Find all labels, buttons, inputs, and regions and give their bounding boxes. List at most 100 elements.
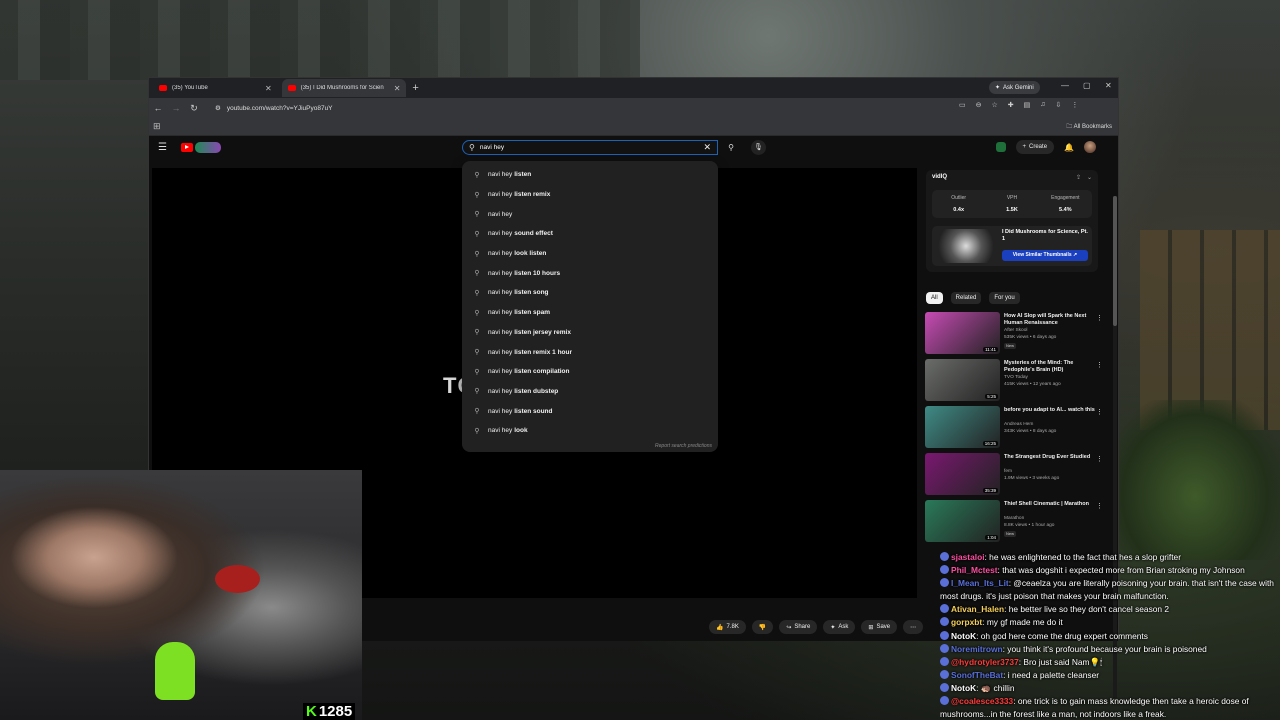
reload-icon[interactable]: ↻: [185, 103, 203, 114]
related-video-item[interactable]: 1:04 Thief Shell Cinematic | Marathon Mara…: [925, 500, 1105, 547]
suggestion-item[interactable]: ⚲ navi hey listen compilation: [462, 362, 718, 382]
channel-name[interactable]: Andreas Hem: [1004, 422, 1096, 429]
notifications-bell-icon[interactable]: 🔔: [1064, 143, 1074, 152]
zoom-icon[interactable]: ⊖: [976, 101, 982, 109]
close-tab-icon[interactable]: ✕: [265, 84, 272, 93]
new-tab-icon[interactable]: +: [412, 82, 418, 94]
suggestion-item[interactable]: ⚲ navi hey: [462, 204, 718, 224]
related-video-item[interactable]: 16:25 before you adapt to AI... watch thi…: [925, 406, 1105, 453]
url-field[interactable]: ⚙ youtube.com/watch?v=YJiuPyo87uY: [209, 101, 949, 115]
avatar[interactable]: [1084, 141, 1096, 153]
suggestion-item[interactable]: ⚲ navi hey listen dubstep: [462, 382, 718, 402]
search-button[interactable]: ⚲: [719, 140, 743, 155]
share-button[interactable]: ↪ Share: [779, 620, 818, 634]
suggestion-item[interactable]: ⚲ navi hey listen jersey remix: [462, 323, 718, 343]
scrollbar-thumb[interactable]: [1113, 196, 1117, 326]
chat-text: : that was dogshit i expected more from …: [997, 565, 1245, 576]
youtube-logo-icon[interactable]: [181, 143, 193, 152]
suggestion-item[interactable]: ⚲ navi hey listen song: [462, 283, 718, 303]
ask-button[interactable]: ✦ Ask: [823, 620, 856, 634]
ask-gemini-button[interactable]: ✦ Ask Gemini: [989, 81, 1040, 94]
channel-name[interactable]: TVO Today: [1004, 375, 1096, 382]
microphone-icon[interactable]: 🎙: [751, 140, 766, 155]
create-button[interactable]: + Create: [1015, 140, 1055, 154]
all-bookmarks-button[interactable]: 🗀 All Bookmarks: [1066, 122, 1112, 132]
site-info-icon[interactable]: ⚙: [215, 104, 221, 112]
chat-badge-icon: [940, 656, 949, 666]
clear-search-icon[interactable]: ✕: [703, 142, 711, 153]
chip-for-you[interactable]: For you: [989, 292, 1020, 304]
suggestion-item[interactable]: ⚲ navi hey listen: [462, 165, 718, 185]
downloads-icon[interactable]: ⇩: [1056, 101, 1062, 109]
search-input[interactable]: [479, 144, 680, 151]
chevron-down-icon[interactable]: ⌄: [1087, 174, 1092, 181]
suggestion-item[interactable]: ⚲ navi hey look: [462, 421, 718, 441]
suggestion-item[interactable]: ⚲ navi hey listen spam: [462, 303, 718, 323]
forward-arrow-icon[interactable]: →: [167, 103, 185, 113]
suggestion-prefix: navi hey: [488, 210, 513, 218]
suggestion-item[interactable]: ⚲ navi hey listen 10 hours: [462, 263, 718, 283]
extension-icon[interactable]: [995, 142, 1006, 152]
minimize-icon[interactable]: —: [1061, 81, 1069, 90]
related-video-item[interactable]: 5:25 Mysteries of the Mind: The Pedophile…: [925, 359, 1105, 406]
chip-related[interactable]: Related: [950, 292, 982, 304]
view-similar-thumbnails-button[interactable]: View Similar Thumbnails ↗: [1002, 250, 1088, 261]
suggestion-completion: listen jersey remix: [514, 328, 571, 336]
export-icon[interactable]: ⇪: [1076, 174, 1081, 181]
tab-current-video[interactable]: (35) I Did Mushrooms for Scien ✕: [281, 79, 407, 97]
close-tab-icon[interactable]: ✕: [394, 84, 401, 93]
video-title[interactable]: before you adapt to AI... watch this: [1004, 407, 1096, 414]
chat-message: sjastaloi: he was enlightened to the fac…: [940, 551, 1280, 564]
more-options-icon[interactable]: ⋮: [1096, 502, 1103, 510]
suggestion-item[interactable]: ⚲ navi hey listen remix 1 hour: [462, 342, 718, 362]
channel-name[interactable]: Marathon: [1004, 516, 1096, 523]
back-arrow-icon[interactable]: ←: [149, 103, 167, 113]
suggestion-item[interactable]: ⚲ navi hey listen sound: [462, 401, 718, 421]
more-options-icon[interactable]: ⋮: [1096, 361, 1103, 369]
maximize-icon[interactable]: ▢: [1083, 81, 1091, 90]
menu-kebab-icon[interactable]: ⋮: [1071, 101, 1078, 109]
channel-name[interactable]: fem: [1004, 469, 1096, 476]
video-title[interactable]: How AI Slop will Spark the Next Human Re…: [1004, 313, 1096, 328]
search-box[interactable]: ⚲ ✕: [462, 140, 718, 155]
suggestion-item[interactable]: ⚲ navi hey listen remix: [462, 185, 718, 205]
video-thumbnail[interactable]: 5:25: [925, 359, 1000, 401]
chip-all[interactable]: All: [926, 292, 943, 304]
folder-icon: 🗀: [1066, 124, 1073, 130]
sidepanel-icon[interactable]: ▤: [1024, 101, 1031, 109]
dislike-button[interactable]: 👎: [751, 620, 774, 634]
bookmark-star-icon[interactable]: ☆: [992, 101, 998, 109]
more-actions-button[interactable]: ⋯: [903, 620, 924, 634]
hamburger-menu-icon[interactable]: ☰: [158, 142, 167, 153]
extensions-icon[interactable]: ✚: [1008, 101, 1014, 109]
video-title[interactable]: Thief Shell Cinematic | Marathon: [1004, 501, 1096, 508]
like-button[interactable]: 👍 7.8K: [709, 620, 746, 634]
close-window-icon[interactable]: ✕: [1105, 81, 1112, 90]
apps-grid-icon[interactable]: ⊞: [153, 121, 161, 132]
cast-icon[interactable]: ▭: [959, 101, 966, 109]
media-icon[interactable]: ♫: [1040, 101, 1045, 109]
related-video-item[interactable]: 35:39 The Strangest Drug Ever Studied fem 1…: [925, 453, 1105, 500]
video-title[interactable]: Mysteries of the Mind: The Pedophile's B…: [1004, 360, 1096, 375]
channel-name[interactable]: After Skool: [1004, 328, 1096, 335]
chat-text: : Bro just said Nam💡🕯: [1018, 656, 1103, 667]
tab-youtube-home[interactable]: (35) YouTube ✕: [153, 79, 278, 97]
report-predictions-link[interactable]: Report search predictions: [655, 443, 712, 449]
related-video-item[interactable]: 11:41 How AI Slop will Spark the Next Hum…: [925, 312, 1105, 359]
save-button[interactable]: ⊞ Save: [861, 620, 898, 634]
youtube-doodle-icon[interactable]: [195, 142, 221, 153]
more-options-icon[interactable]: ⋮: [1096, 455, 1103, 463]
video-thumbnail[interactable]: 11:41: [925, 312, 1000, 354]
video-title[interactable]: The Strangest Drug Ever Studied: [1004, 454, 1096, 461]
new-badge: New: [1004, 531, 1017, 537]
more-options-icon[interactable]: ⋮: [1096, 408, 1103, 416]
suggestion-item[interactable]: ⚲ navi hey sound effect: [462, 224, 718, 244]
more-options-icon[interactable]: ⋮: [1096, 314, 1103, 322]
video-thumbnail[interactable]: 1:04: [925, 500, 1000, 542]
video-thumbnail[interactable]: 16:25: [925, 406, 1000, 448]
stat-value: 1.5K: [1006, 207, 1018, 213]
chat-badge-icon: [940, 578, 949, 588]
video-thumbnail[interactable]: 35:39: [925, 453, 1000, 495]
video-duration: 1:04: [985, 535, 998, 540]
suggestion-item[interactable]: ⚲ navi hey look listen: [462, 244, 718, 264]
